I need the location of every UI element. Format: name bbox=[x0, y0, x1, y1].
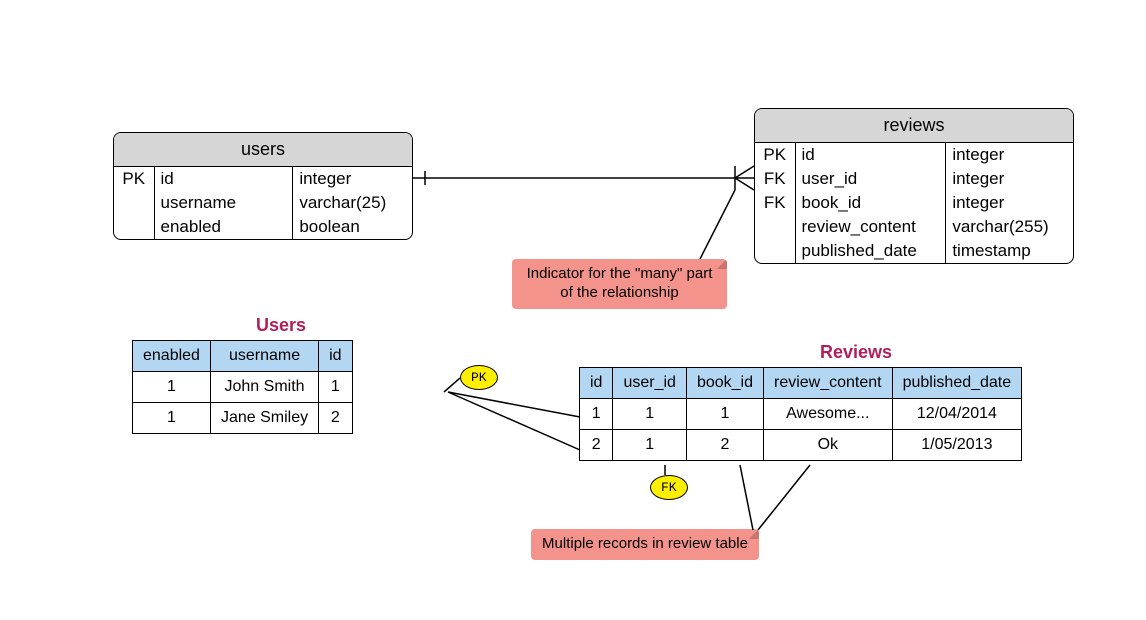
table-cell: Awesome... bbox=[763, 399, 892, 430]
schema-row: enabledboolean bbox=[114, 215, 412, 239]
schema-row: review_contentvarchar(255) bbox=[755, 215, 1073, 239]
table-cell: 12/04/2014 bbox=[892, 399, 1022, 430]
table-row: enabledusernameid bbox=[133, 341, 353, 372]
table-cell: 1 bbox=[319, 372, 352, 403]
data-table-users: enabledusernameid1John Smith11Jane Smile… bbox=[132, 340, 353, 434]
table-cell: 1 bbox=[580, 399, 613, 430]
table-row: 1Jane Smiley2 bbox=[133, 403, 353, 434]
schema-title-reviews: reviews bbox=[755, 109, 1073, 143]
table-row: 1John Smith1 bbox=[133, 372, 353, 403]
schema-cell: id bbox=[154, 167, 293, 191]
schema-cell: username bbox=[154, 191, 293, 215]
schema-cell: PK bbox=[114, 167, 154, 191]
column-header: user_id bbox=[613, 368, 686, 399]
data-title-users: Users bbox=[256, 315, 306, 336]
schema-row: FKuser_idinteger bbox=[755, 167, 1073, 191]
diagram-canvas: users PKidintegerusernamevarchar(25)enab… bbox=[0, 0, 1146, 620]
schema-cell: integer bbox=[946, 167, 1073, 191]
data-title-reviews: Reviews bbox=[820, 342, 892, 363]
schema-cell: enabled bbox=[154, 215, 293, 239]
schema-row: PKidinteger bbox=[755, 143, 1073, 167]
note-many-indicator: Indicator for the "many" part of the rel… bbox=[512, 259, 727, 309]
schema-table-users: users PKidintegerusernamevarchar(25)enab… bbox=[113, 132, 413, 240]
schema-cell: varchar(25) bbox=[293, 191, 412, 215]
column-header: published_date bbox=[892, 368, 1022, 399]
table-cell: 1 bbox=[133, 372, 211, 403]
schema-table-reviews: reviews PKidintegerFKuser_idintegerFKboo… bbox=[754, 108, 1074, 264]
schema-cell bbox=[114, 215, 154, 239]
column-header: id bbox=[319, 341, 352, 372]
schema-cell bbox=[755, 215, 795, 239]
connector-layer bbox=[0, 0, 1146, 620]
note-multiple-records: Multiple records in review table bbox=[531, 529, 759, 560]
table-cell: 1 bbox=[613, 430, 686, 461]
schema-cell: varchar(255) bbox=[946, 215, 1073, 239]
table-cell: 1 bbox=[133, 403, 211, 434]
table-cell: Ok bbox=[763, 430, 892, 461]
table-cell: 1/05/2013 bbox=[892, 430, 1022, 461]
schema-cell: integer bbox=[293, 167, 412, 191]
schema-row: FKbook_idinteger bbox=[755, 191, 1073, 215]
table-row: 111Awesome...12/04/2014 bbox=[580, 399, 1022, 430]
schema-cell: published_date bbox=[795, 239, 946, 263]
schema-cell: user_id bbox=[795, 167, 946, 191]
column-header: book_id bbox=[686, 368, 763, 399]
column-header: enabled bbox=[133, 341, 211, 372]
schema-cell: integer bbox=[946, 143, 1073, 167]
table-cell: John Smith bbox=[210, 372, 318, 403]
data-table-reviews: iduser_idbook_idreview_contentpublished_… bbox=[579, 367, 1022, 461]
table-cell: Jane Smiley bbox=[210, 403, 318, 434]
table-cell: 2 bbox=[686, 430, 763, 461]
schema-cell: FK bbox=[755, 167, 795, 191]
table-cell: 1 bbox=[686, 399, 763, 430]
pill-pk: PK bbox=[460, 365, 498, 390]
schema-cell bbox=[114, 191, 154, 215]
schema-row: PKidinteger bbox=[114, 167, 412, 191]
schema-title-users: users bbox=[114, 133, 412, 167]
schema-cell: review_content bbox=[795, 215, 946, 239]
column-header: username bbox=[210, 341, 318, 372]
table-row: iduser_idbook_idreview_contentpublished_… bbox=[580, 368, 1022, 399]
schema-cell: FK bbox=[755, 191, 795, 215]
column-header: review_content bbox=[763, 368, 892, 399]
schema-cell: integer bbox=[946, 191, 1073, 215]
table-cell: 2 bbox=[319, 403, 352, 434]
schema-row: published_datetimestamp bbox=[755, 239, 1073, 263]
table-cell: 1 bbox=[613, 399, 686, 430]
schema-cell: id bbox=[795, 143, 946, 167]
schema-cell: timestamp bbox=[946, 239, 1073, 263]
schema-cell: boolean bbox=[293, 215, 412, 239]
table-cell: 2 bbox=[580, 430, 613, 461]
table-row: 212Ok1/05/2013 bbox=[580, 430, 1022, 461]
column-header: id bbox=[580, 368, 613, 399]
schema-cell: PK bbox=[755, 143, 795, 167]
pill-fk: FK bbox=[650, 475, 688, 500]
schema-row: usernamevarchar(25) bbox=[114, 191, 412, 215]
schema-cell: book_id bbox=[795, 191, 946, 215]
schema-cell bbox=[755, 239, 795, 263]
